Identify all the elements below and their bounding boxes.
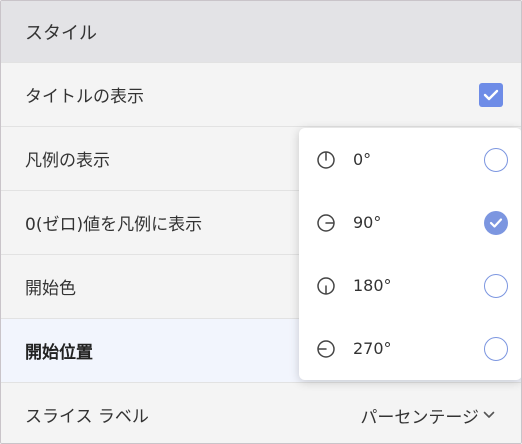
slice-label-value: パーセンテージ bbox=[360, 407, 479, 428]
show-title-label: タイトルの表示 bbox=[25, 87, 144, 107]
option-90-deg[interactable]: 90° bbox=[299, 191, 521, 254]
section-header: スタイル bbox=[1, 1, 521, 62]
option-180-label: 180° bbox=[353, 276, 392, 295]
slice-label-label: スライス ラベル bbox=[25, 407, 149, 427]
slice-label-row[interactable]: スライス ラベル パーセンテージ bbox=[1, 382, 521, 443]
show-zero-values-label: 0(ゼロ)値を凡例に表示 bbox=[25, 215, 203, 235]
checkmark-icon bbox=[489, 218, 503, 228]
slice-label-select[interactable]: パーセンテージ bbox=[360, 383, 495, 443]
show-title-row[interactable]: タイトルの表示 bbox=[1, 62, 521, 126]
option-0-radio[interactable] bbox=[484, 148, 508, 172]
chart-style-panel: スタイル タイトルの表示 凡例の表示 0(ゼロ)値を凡例に表示 開始色 開始位置… bbox=[0, 0, 522, 444]
start-color-label: 開始色 bbox=[25, 279, 76, 299]
option-180-radio[interactable] bbox=[484, 274, 508, 298]
start-position-menu: 0° 90° 180° 270° bbox=[299, 128, 521, 380]
option-0-label: 0° bbox=[353, 150, 372, 169]
rotation-90-icon bbox=[317, 214, 335, 232]
option-270-radio[interactable] bbox=[484, 337, 508, 361]
section-title: スタイル bbox=[25, 22, 97, 44]
start-position-label: 開始位置 bbox=[25, 343, 93, 363]
rotation-0-icon bbox=[317, 151, 335, 169]
show-title-checkbox[interactable] bbox=[479, 83, 503, 107]
option-90-radio[interactable] bbox=[484, 211, 508, 235]
checkmark-icon bbox=[483, 89, 499, 101]
rotation-270-icon bbox=[317, 340, 335, 358]
option-270-deg[interactable]: 270° bbox=[299, 317, 521, 380]
option-180-deg[interactable]: 180° bbox=[299, 254, 521, 317]
option-0-deg[interactable]: 0° bbox=[299, 128, 521, 191]
show-legend-label: 凡例の表示 bbox=[25, 151, 110, 171]
option-90-label: 90° bbox=[353, 213, 382, 232]
chevron-down-icon bbox=[483, 411, 495, 418]
option-270-label: 270° bbox=[353, 339, 392, 358]
rotation-180-icon bbox=[317, 277, 335, 295]
